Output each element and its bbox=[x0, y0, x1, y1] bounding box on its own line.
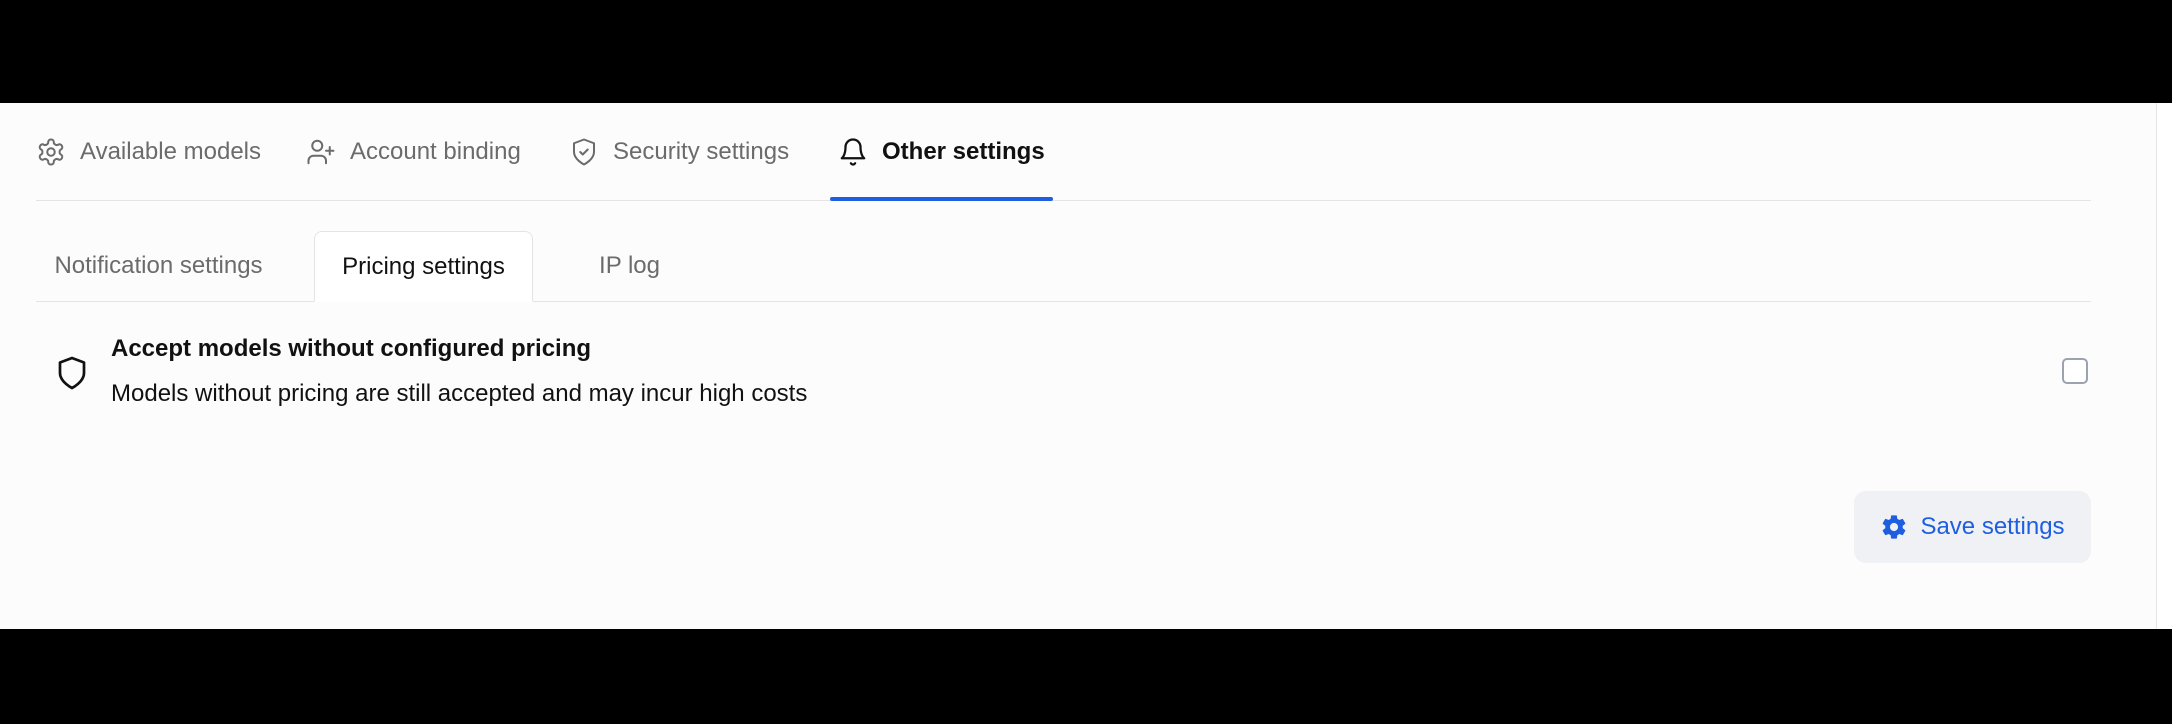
subtab-notification-settings[interactable]: Notification settings bbox=[36, 231, 281, 301]
letterbox-top bbox=[0, 0, 2172, 103]
tab-label: Other settings bbox=[882, 137, 1045, 165]
tab-other-settings[interactable]: Other settings bbox=[830, 103, 1053, 201]
gear-icon bbox=[36, 137, 66, 167]
subtab-label: IP log bbox=[599, 252, 660, 279]
setting-title: Accept models without configured pricing bbox=[111, 335, 592, 362]
accept-unpriced-models-checkbox[interactable] bbox=[2062, 358, 2088, 384]
letterbox-bottom bbox=[0, 629, 2172, 724]
bell-icon bbox=[838, 137, 868, 167]
setting-row-accept-unpriced-models: Accept models without configured pricing… bbox=[36, 323, 2091, 423]
subtab-label: Pricing settings bbox=[342, 252, 505, 280]
shield-icon bbox=[54, 353, 90, 393]
save-button-label: Save settings bbox=[1920, 513, 2065, 540]
main-tab-bar: Available models Account binding Securit… bbox=[36, 103, 2091, 201]
user-plus-icon bbox=[306, 137, 336, 167]
shield-check-icon bbox=[569, 137, 599, 167]
sub-tab-bar: Notification settings Pricing settings I… bbox=[36, 231, 2091, 302]
scrollbar-track[interactable] bbox=[2156, 103, 2172, 629]
subtab-ip-log[interactable]: IP log bbox=[557, 231, 702, 301]
tab-security-settings[interactable]: Security settings bbox=[569, 103, 789, 200]
tab-available-models[interactable]: Available models bbox=[36, 103, 261, 200]
settings-panel: Available models Account binding Securit… bbox=[0, 103, 2156, 629]
tab-label: Available models bbox=[80, 137, 261, 165]
tab-label: Account binding bbox=[350, 137, 521, 165]
subtab-pricing-settings[interactable]: Pricing settings bbox=[314, 231, 533, 302]
subtab-label: Notification settings bbox=[54, 252, 263, 279]
gear-icon bbox=[1880, 513, 1908, 541]
tab-label: Security settings bbox=[613, 137, 790, 165]
setting-description: Models without pricing are still accepte… bbox=[111, 380, 808, 407]
save-settings-button[interactable]: Save settings bbox=[1854, 491, 2091, 563]
tab-account-binding[interactable]: Account binding bbox=[306, 103, 521, 200]
